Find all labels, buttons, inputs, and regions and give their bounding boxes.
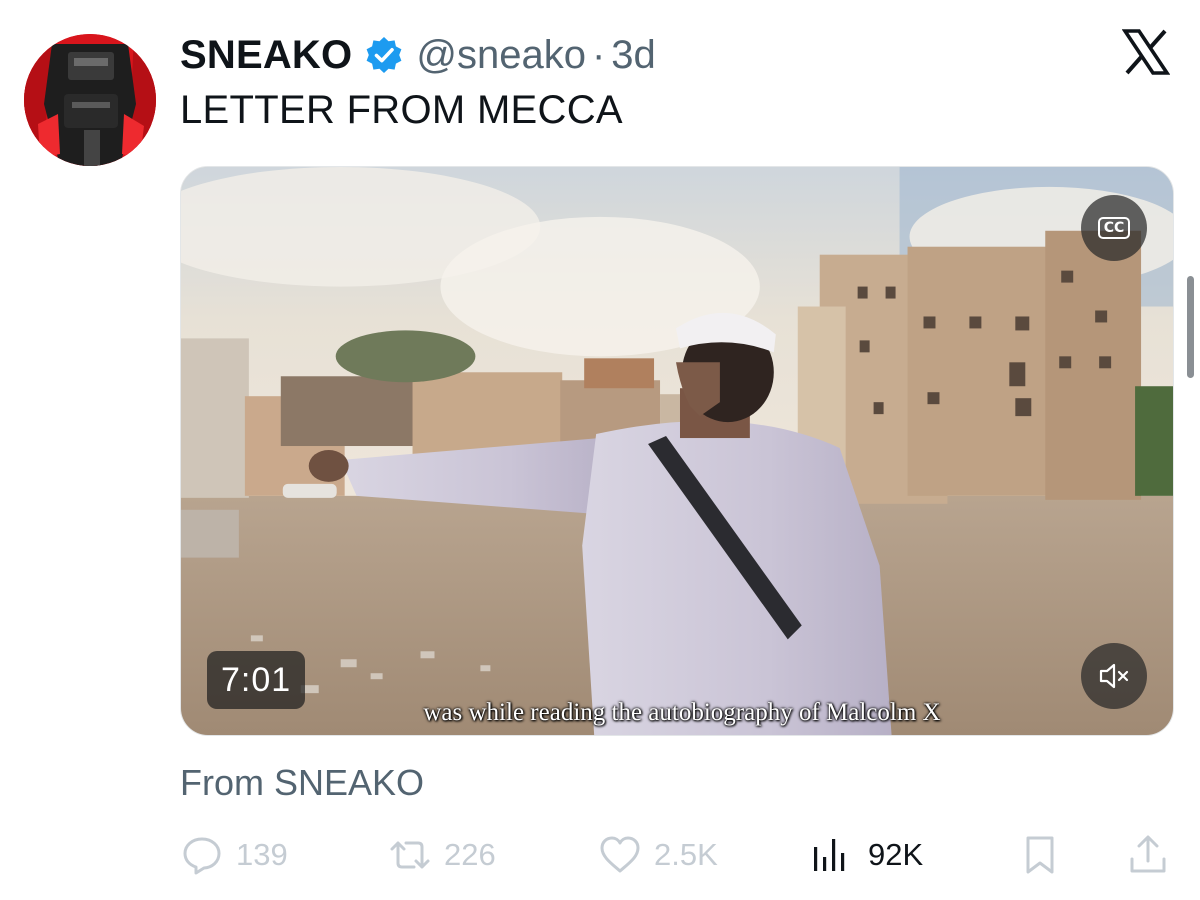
share-icon: [1130, 835, 1166, 873]
repost-icon: [390, 841, 430, 869]
like-button[interactable]: 2.5K: [598, 830, 718, 880]
display-name[interactable]: SNEAKO: [180, 33, 352, 78]
video-player[interactable]: CC 7:01 was while reading the autobiogra…: [180, 166, 1174, 736]
action-bar: 139 226 2.5K 92K: [180, 830, 1174, 880]
x-logo-icon[interactable]: [1122, 28, 1170, 76]
reply-count: 139: [236, 837, 288, 872]
verified-badge-icon: [364, 35, 404, 75]
tweet-header: SNEAKO @sneako · 3d: [180, 30, 656, 80]
separator-dot: ·: [591, 32, 606, 77]
reply-button[interactable]: 139: [180, 830, 288, 880]
closed-captions-icon: CC: [1097, 217, 1131, 239]
source-attribution[interactable]: From SNEAKO: [180, 762, 424, 804]
repost-count: 226: [444, 837, 496, 872]
video-frame: [181, 167, 1173, 735]
view-count: 92K: [868, 837, 924, 872]
scrollbar[interactable]: [1187, 276, 1194, 378]
tweet-text: LETTER FROM MECCA: [180, 88, 623, 132]
like-count: 2.5K: [654, 837, 718, 872]
bookmark-button[interactable]: [1018, 830, 1062, 880]
captions-button[interactable]: CC: [1081, 195, 1147, 261]
views-chart-icon: [814, 839, 845, 871]
tweet-card: SNEAKO @sneako · 3d LETTER FROM MECCA CC…: [0, 0, 1200, 900]
bookmark-icon: [1026, 836, 1054, 874]
author-handle[interactable]: @sneako: [416, 33, 586, 78]
views-button[interactable]: 92K: [808, 830, 923, 880]
reply-icon: [183, 837, 221, 875]
share-button[interactable]: [1126, 830, 1170, 880]
mute-button[interactable]: [1081, 643, 1147, 709]
avatar[interactable]: [24, 34, 156, 166]
avatar-image: [24, 34, 156, 166]
heart-icon: [600, 836, 640, 873]
repost-button[interactable]: 226: [388, 830, 496, 880]
video-subtitle: was while reading the autobiography of M…: [423, 699, 941, 726]
timestamp[interactable]: 3d: [611, 33, 656, 78]
speaker-muted-icon: [1099, 663, 1129, 689]
